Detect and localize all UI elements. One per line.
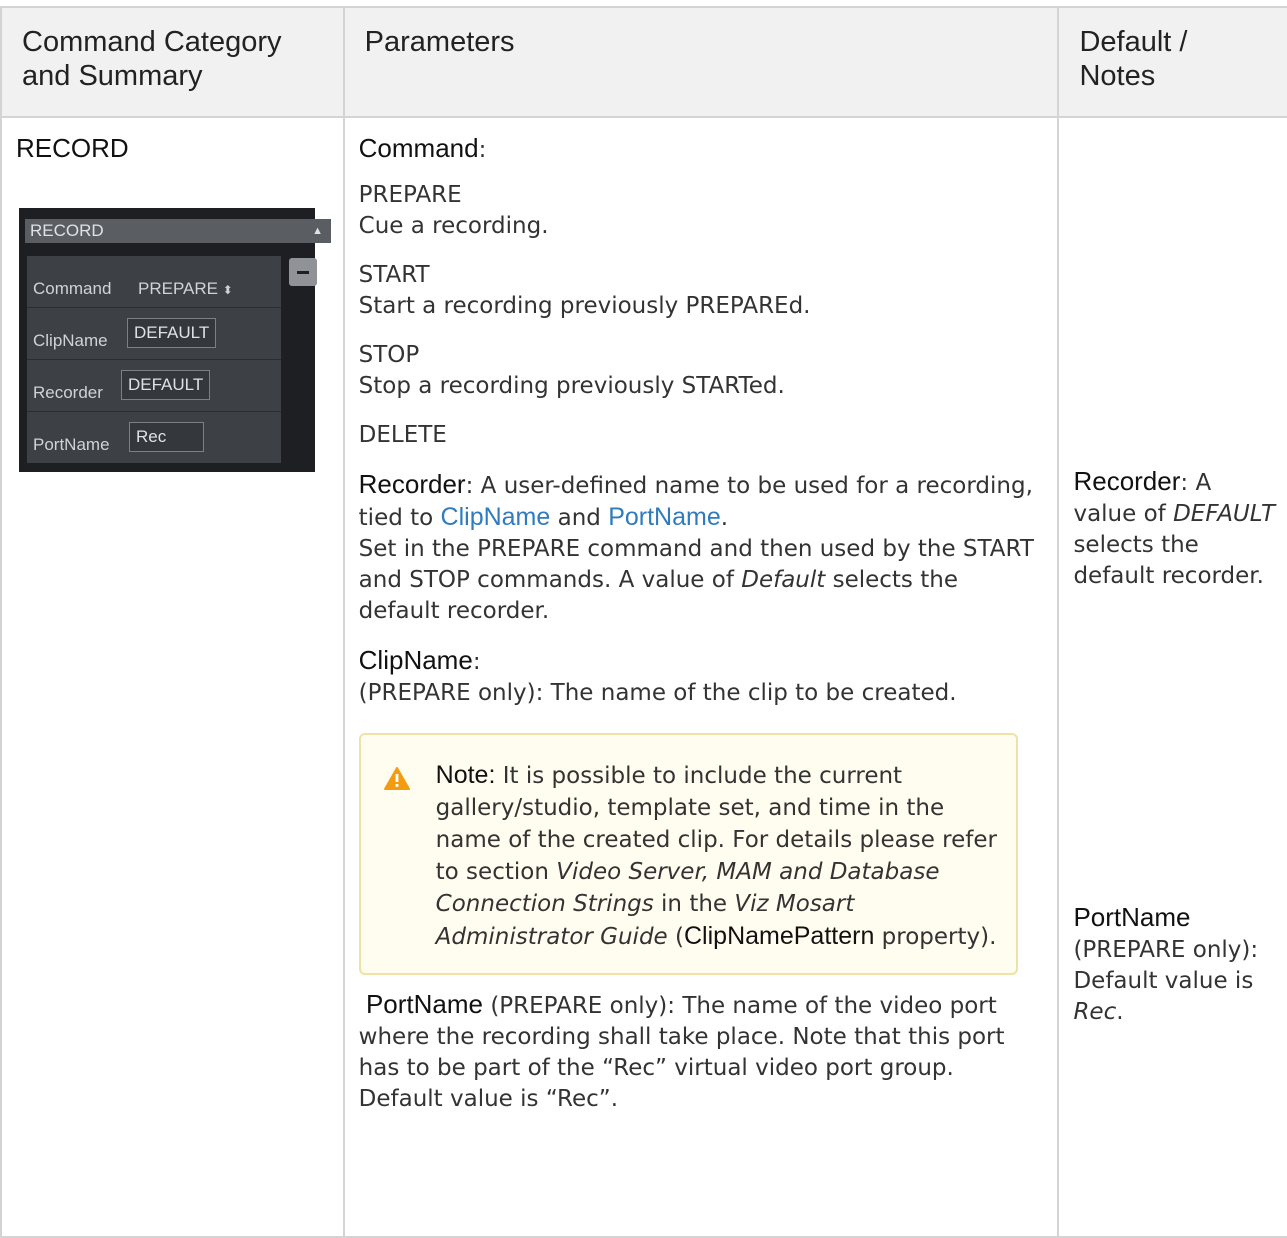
option-stop-desc: Stop a recording previously STARTed. [358,373,785,399]
and-text: and [550,505,609,531]
widget-clipname-label: ClipName [33,331,108,350]
note-text3: ( [667,924,684,950]
command-term: Command [358,133,479,163]
recorder-default-text2: selects the default recorder. [1073,532,1264,589]
record-dropdown: RECORD ▲ [25,219,331,243]
widget-row-recorder: Recorder DEFAULT [27,360,281,412]
command-param: Command: [359,118,1044,166]
clipname-param: ClipName: (PREPARE only): The name of the… [359,645,1044,709]
note-label: Note: [435,761,496,789]
portname-default-period: . [1116,999,1124,1025]
widget-recorder-field: DEFAULT [121,370,210,400]
record-dropdown-value: RECORD [30,221,104,240]
widget-row-command: Command PREPARE ⬍ [27,256,281,308]
option-prepare-desc: Cue a recording. [358,213,549,239]
table-row: RECORD RECORD ▲ Command PREPARE ⬍ ClipNa… [0,116,1287,1238]
table-header-row: Command Category and Summary Parameters … [0,6,1287,118]
command-table: Command Category and Summary Parameters … [0,6,1287,1238]
widget-row-clipname: ClipName DEFAULT [27,308,281,360]
minus-icon [289,258,317,286]
option-prepare: PREPARE Cue a recording. [359,180,1044,242]
header-defaults: Default / Notes [1057,6,1287,118]
period-text: . [720,505,729,531]
recorder-term: Recorder [358,469,466,499]
updown-arrow-icon: ▲ [312,225,323,237]
note-text2: in the [653,891,735,917]
portname-default-em: Rec [1073,999,1117,1025]
warning-icon [383,767,410,790]
portname-default: Default value is “Rec”. [358,1086,619,1112]
parameters-cell: Command: PREPARE Cue a recording. START St… [342,116,1060,1238]
portname-default-term: PortName [1073,902,1191,932]
defaults-cell: Recorder: A value of DEFAULT selects the… [1057,116,1287,1238]
recorder-default-term: Recorder [1073,466,1181,496]
widget-portname-label: PortName [33,435,110,454]
note-text: Note: It is possible to include the curr… [436,759,998,953]
option-start-desc: Start a recording previously PREPAREd. [358,293,811,319]
default-em: Default [741,567,826,593]
category-cell: RECORD RECORD ▲ Command PREPARE ⬍ ClipNa… [0,116,345,1238]
portname-default-note: PortName (PREPARE only): Default value is… [1073,902,1277,1028]
portname-default-text: (PREPARE only): Default value is [1073,937,1259,994]
clipname-term: ClipName [358,645,473,675]
widget-command-value: PREPARE [138,279,218,298]
option-stop-name: STOP [358,342,420,368]
option-start: START Start a recording previously PREPAR… [359,260,1044,322]
command-colon: : [478,137,487,163]
widget-row-portname: PortName Rec [27,412,281,463]
portname-param: PortName (PREPARE only): The name of the… [359,989,1044,1115]
portname-link[interactable]: PortName [608,503,721,531]
updown-arrow-icon: ⬍ [222,283,233,297]
clipname-link[interactable]: ClipName [441,503,551,531]
widget-recorder-label: Recorder [33,383,103,402]
recorder-param: Recorder: A user-defined name to be used… [359,469,1044,627]
recorder-default: Recorder: A value of DEFAULT selects the… [1073,466,1277,592]
option-delete: DELETE [358,422,447,448]
widget-command-select: PREPARE ⬍ [138,273,233,306]
widget-panel: Command PREPARE ⬍ ClipName DEFAULT Recor… [27,256,281,463]
note-term: ClipNamePattern [684,922,875,950]
portname-term: PortName [365,989,484,1019]
header-category: Command Category and Summary [0,6,345,118]
header-parameters: Parameters [342,6,1060,118]
option-prepare-name: PREPARE [358,182,462,208]
category-title: RECORD [16,133,129,163]
recorder-default-em: DEFAULT [1173,501,1276,527]
widget-clipname-field: DEFAULT [127,318,216,348]
widget-command-label: Command [33,279,112,298]
clipname-colon: : [472,649,481,675]
clipname-desc: (PREPARE only): The name of the clip to … [358,680,957,706]
note-text4: property). [874,924,997,950]
note-box: Note: It is possible to include the curr… [358,733,1018,975]
option-stop: STOP Stop a recording previously STARTed. [359,340,1044,402]
option-start-name: START [358,262,430,288]
widget-portname-field: Rec [129,422,204,452]
record-widget-screenshot: RECORD ▲ Command PREPARE ⬍ ClipName DEFA… [19,208,331,472]
